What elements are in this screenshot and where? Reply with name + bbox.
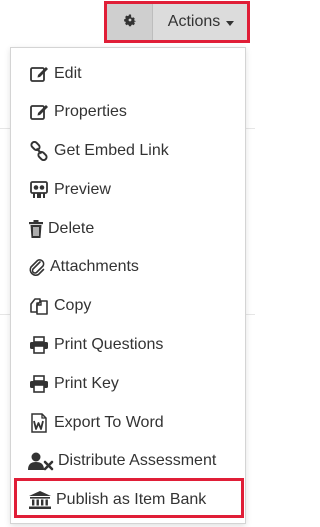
properties-icon (28, 101, 50, 123)
printer-icon (28, 373, 50, 395)
menu-item-copy[interactable]: Copy (11, 288, 245, 324)
copy-icon (28, 295, 50, 317)
menu-item-attachments[interactable]: Attachments (11, 249, 245, 285)
menu-item-export-to-word[interactable]: Export To Word (11, 405, 245, 441)
background-divider (0, 128, 10, 129)
menu-item-distribute-assessment[interactable]: Distribute Assessment (11, 443, 245, 479)
menu-item-label: Print Questions (54, 336, 164, 353)
trash-icon (28, 218, 44, 240)
printer-icon (28, 334, 50, 356)
actions-dropdown-menu: Edit Properties Get Embed Link Preview D… (10, 47, 246, 524)
preview-icon (28, 179, 50, 201)
page: Actions Edit Properties Get Embed Link P… (0, 0, 255, 527)
actions-highlight-box (104, 1, 250, 43)
menu-item-label: Get Embed Link (54, 142, 169, 159)
menu-item-preview[interactable]: Preview (11, 172, 245, 208)
menu-item-get-embed-link[interactable]: Get Embed Link (11, 133, 245, 169)
background-divider (246, 314, 255, 315)
menu-item-label: Preview (54, 181, 111, 198)
publish-highlight-box (14, 478, 244, 518)
menu-item-label: Attachments (50, 258, 139, 275)
paperclip-icon (28, 256, 46, 278)
edit-icon (28, 63, 50, 85)
link-icon (28, 140, 50, 162)
menu-item-label: Print Key (54, 375, 119, 392)
word-icon (28, 412, 50, 434)
menu-item-edit[interactable]: Edit (11, 56, 245, 92)
menu-item-properties[interactable]: Properties (11, 94, 245, 130)
user-remove-icon (28, 450, 54, 472)
menu-item-label: Copy (54, 297, 92, 314)
menu-item-label: Delete (48, 220, 95, 237)
menu-item-label: Properties (54, 103, 127, 120)
menu-item-print-key[interactable]: Print Key (11, 366, 245, 402)
background-divider (246, 128, 255, 129)
menu-item-print-questions[interactable]: Print Questions (11, 327, 245, 363)
menu-item-label: Export To Word (54, 414, 164, 431)
menu-item-label: Distribute Assessment (58, 452, 217, 469)
background-divider (0, 314, 10, 315)
menu-item-label: Edit (54, 65, 82, 82)
menu-item-delete[interactable]: Delete (11, 211, 245, 247)
